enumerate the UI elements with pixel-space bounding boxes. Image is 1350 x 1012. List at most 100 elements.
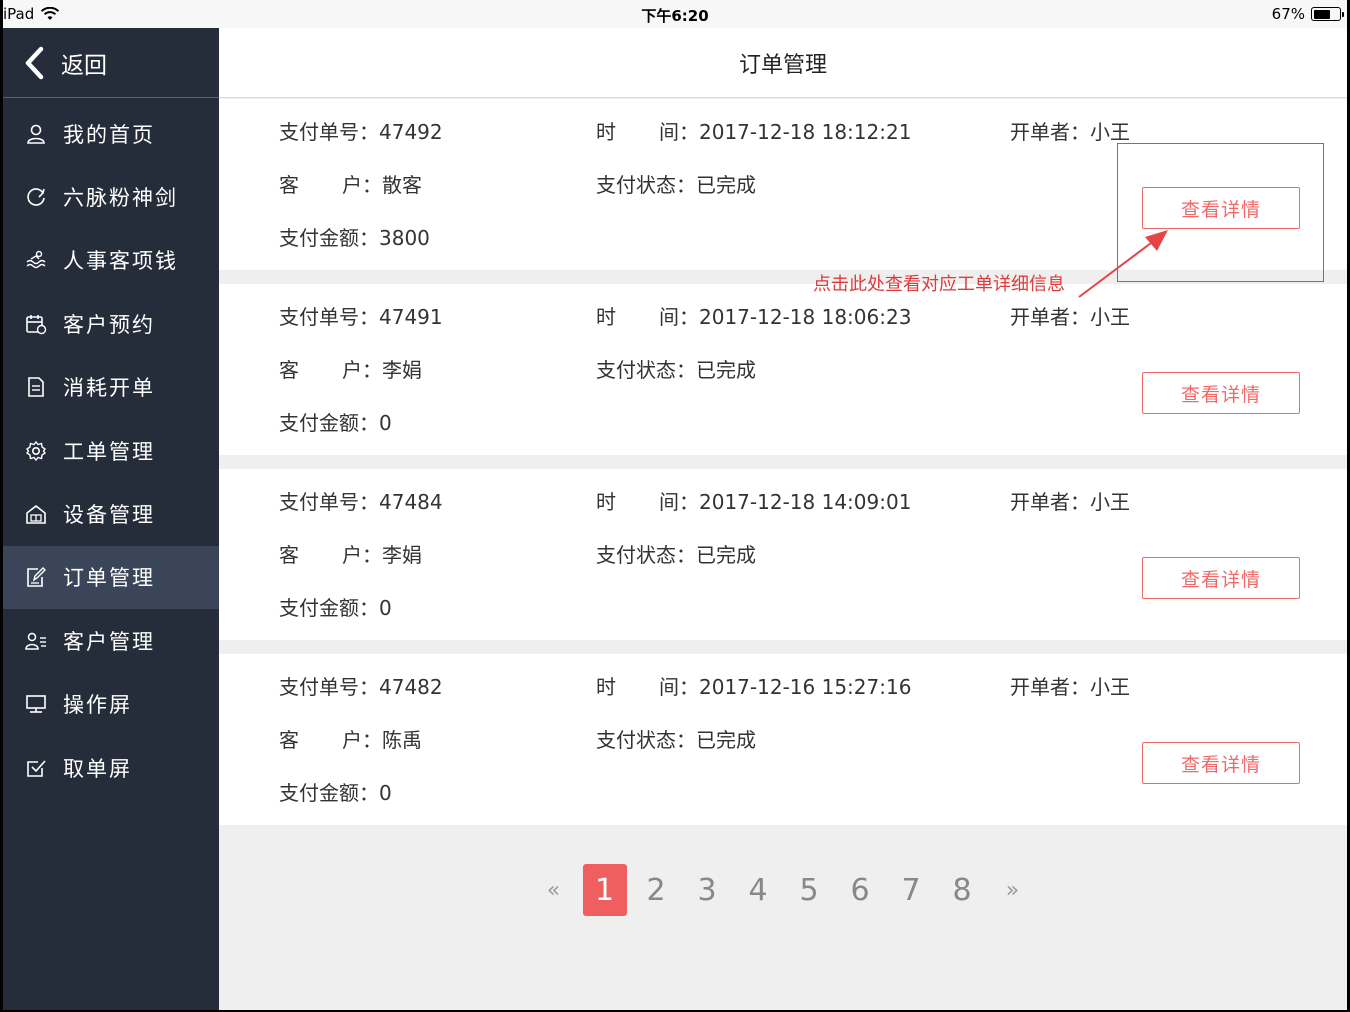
sidebar-item-pickup-screen[interactable]: 取单屏 [3,736,219,799]
time-label-a: 时 [596,675,616,699]
sidebar-item-label: 工单管理 [63,439,155,464]
order-customer-value: 李娟 [382,543,422,567]
view-details-button[interactable]: 查看详情 [1142,557,1300,599]
status-time: 下午6:20 [641,7,709,25]
customer-label-a: 客 [279,728,299,752]
amount-label: 支付金额： [279,596,379,620]
order-card: 支付单号：47484 时 间：2017-12-18 14:09:01 开单者：小王… [219,469,1347,640]
sidebar-item-equipment[interactable]: 设备管理 [3,482,219,545]
back-button[interactable]: 返回 [3,28,219,98]
order-amount-field: 支付金额：0 [279,407,392,436]
page-next-button[interactable]: » [988,878,1038,903]
order-number-label: 支付单号： [279,490,379,514]
page-title: 订单管理 [738,52,827,78]
time-label-b: 间： [659,675,699,699]
sidebar-item-orders[interactable]: 订单管理 [3,545,219,610]
document-icon [28,377,44,398]
page-button[interactable]: 3 [682,873,733,908]
order-amount-value: 3800 [379,226,430,250]
order-time-value: 2017-12-18 18:06:23 [699,305,912,329]
order-customer-field: 客 户：李娟 [279,539,422,568]
order-amount-field: 支付金额：3800 [279,222,430,251]
order-card: 支付单号：47491 时 间：2017-12-18 18:06:23 开单者：小王… [219,284,1347,455]
order-operator-value: 小王 [1090,305,1130,329]
customer-label-b: 户： [342,173,382,197]
time-label-a: 时 [596,120,616,144]
sidebar-item-personnel[interactable]: 人事客项钱 [3,229,219,292]
order-status-field: 支付状态：已完成 [596,169,756,198]
order-amount-field: 支付金额：0 [279,592,392,621]
status-right: 67% [1272,5,1344,23]
time-label-a: 时 [596,305,616,329]
customer-label-a: 客 [279,358,299,382]
sidebar-item-sword[interactable]: 六脉粉神剑 [3,165,219,228]
monitor-icon [26,695,46,714]
annotation-text: 点击此处查看对应工单详细信息 [813,274,1065,295]
page-button[interactable]: 2 [631,873,682,908]
order-time-field: 时 间：2017-12-18 18:06:23 [596,301,911,330]
sidebar-item-consume-order[interactable]: 消耗开单 [3,356,219,419]
order-customer-field: 客 户：李娟 [279,354,422,383]
page-header: 订单管理 [219,28,1347,98]
order-time-field: 时 间：2017-12-16 15:27:16 [596,671,911,700]
amount-label: 支付金额： [279,411,379,435]
annotation-arrow-icon [1078,230,1168,298]
customer-label-a: 客 [279,543,299,567]
order-number-value: 47492 [379,120,443,144]
page-button[interactable]: 4 [733,873,784,908]
page-button[interactable]: 5 [784,873,835,908]
sidebar-item-label: 消耗开单 [63,376,155,401]
sidebar-item-label: 取单屏 [63,756,132,781]
page-button-current[interactable]: 1 [582,864,627,916]
order-time-field: 时 间：2017-12-18 18:12:21 [596,116,911,145]
calendar-icon [26,314,47,335]
edit-note-icon [27,567,46,588]
order-number-label: 支付单号： [279,120,379,144]
view-details-button[interactable]: 查看详情 [1142,742,1300,784]
sidebar-nav: 我的首页 六脉粉神剑 人事客项钱 客户预约 消耗开单 工单管理 设备管理 订单管… [3,98,219,799]
order-customer-field: 客 户：陈禹 [279,724,422,753]
order-operator-value: 小王 [1090,490,1130,514]
time-label-b: 间： [659,120,699,144]
order-status-value: 已完成 [696,173,756,197]
sidebar-item-label: 客户预约 [63,312,155,337]
time-label-b: 间： [659,490,699,514]
gear-icon [25,440,47,461]
order-amount-value: 0 [379,781,392,805]
order-amount-field: 支付金额：0 [279,777,392,806]
operator-label: 开单者： [1010,490,1090,514]
order-customer-field: 客 户：散客 [279,169,422,198]
order-status-field: 支付状态：已完成 [596,539,756,568]
order-number-field: 支付单号：47484 [279,486,443,515]
sidebar-item-workorder[interactable]: 工单管理 [3,419,219,482]
page-button[interactable]: 8 [937,873,988,908]
page-prev-button[interactable]: « [529,878,579,903]
back-label: 返回 [61,52,107,79]
sidebar-item-appointment[interactable]: 客户预约 [3,292,219,355]
status-bar: iPad 下午6:20 67% [3,0,1347,28]
order-number-value: 47491 [379,305,443,329]
page-button[interactable]: 7 [886,873,937,908]
pagination: « 1 2 3 4 5 6 7 8 » [219,864,1347,916]
sidebar-item-customers[interactable]: 客户管理 [3,609,219,672]
amount-label: 支付金额： [279,226,379,250]
user-icon [27,124,45,144]
time-label-a: 时 [596,490,616,514]
sidebar-item-home[interactable]: 我的首页 [3,102,219,165]
order-status-value: 已完成 [696,728,756,752]
device-house-icon [26,505,46,524]
order-time-field: 时 间：2017-12-18 14:09:01 [596,486,911,515]
order-card: 支付单号：47482 时 间：2017-12-16 15:27:16 开单者：小王… [219,654,1347,825]
customer-label-b: 户： [342,358,382,382]
order-time-value: 2017-12-16 15:27:16 [699,675,912,699]
status-label: 支付状态： [596,728,696,752]
user-list-icon [25,632,46,650]
order-time-value: 2017-12-18 14:09:01 [699,490,912,514]
status-label: 支付状态： [596,173,696,197]
view-details-button[interactable]: 查看详情 [1142,372,1300,414]
operator-label: 开单者： [1010,675,1090,699]
sidebar-item-operation-screen[interactable]: 操作屏 [3,673,219,736]
order-number-label: 支付单号： [279,675,379,699]
order-customer-value: 李娟 [382,358,422,382]
page-button[interactable]: 6 [835,873,886,908]
